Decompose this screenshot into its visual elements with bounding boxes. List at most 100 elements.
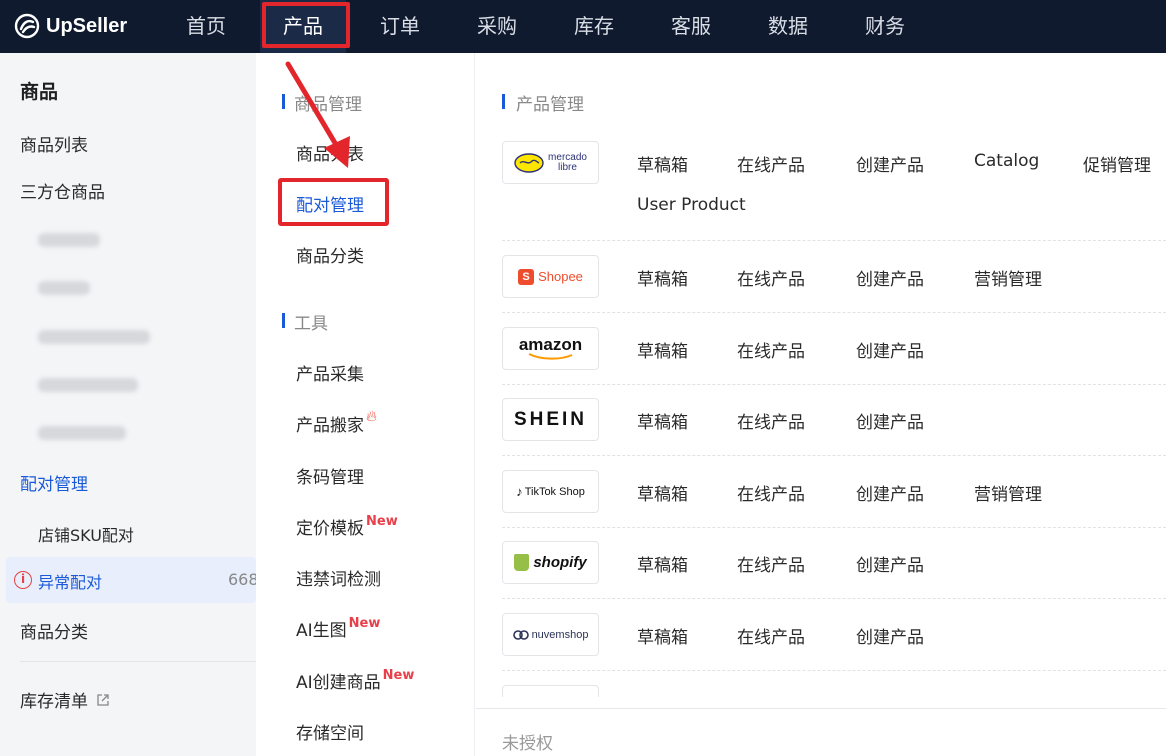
- section-title-product-management: 产品管理: [502, 90, 584, 115]
- shopify-create-link[interactable]: 创建产品: [856, 551, 924, 576]
- menu-item-barcode[interactable]: 条码管理: [296, 463, 364, 488]
- row-divider: [502, 598, 1166, 599]
- mercadolibre-logo: mercado libre: [502, 141, 599, 184]
- amazon-smile-icon: [528, 353, 572, 360]
- sidebar-item-label: 库存清单: [20, 692, 88, 712]
- shein-logo: SHEIN: [502, 398, 599, 441]
- sidebar-item-category[interactable]: 商品分类: [20, 618, 88, 643]
- amazon-create-link[interactable]: 创建产品: [856, 337, 924, 362]
- shopee-online-link[interactable]: 在线产品: [737, 265, 805, 290]
- amazon-draft-link[interactable]: 草稿箱: [637, 337, 688, 362]
- row-divider: [502, 240, 1166, 241]
- sidebar-blurred-item[interactable]: [38, 233, 100, 247]
- shein-online-link[interactable]: 在线产品: [737, 408, 805, 433]
- partial-platform-logo: [502, 685, 599, 697]
- top-nav: UpSeller 首页 产品 订单 采购 库存 客服 数据 财务: [0, 0, 1166, 53]
- section-title-product: 商品管理: [282, 90, 362, 115]
- menu-item-label: 定价模板: [296, 519, 364, 539]
- unauthorized-label: 未授权: [502, 734, 553, 754]
- shopee-draft-link[interactable]: 草稿箱: [637, 265, 688, 290]
- shopify-online-link[interactable]: 在线产品: [737, 551, 805, 576]
- nuvemshop-wordmark: nuvemshop: [531, 628, 589, 641]
- mercadolibre-wordmark: mercado libre: [548, 151, 587, 173]
- handshake-icon: [514, 152, 544, 173]
- ml-user-product-link[interactable]: User Product: [637, 195, 746, 215]
- shopify-draft-link[interactable]: 草稿箱: [637, 551, 688, 576]
- nav-orders[interactable]: 订单: [357, 0, 443, 53]
- tiktok-draft-link[interactable]: 草稿箱: [637, 480, 688, 505]
- tiktok-create-link[interactable]: 创建产品: [856, 480, 924, 505]
- dropdown-menu: 商品管理 商品列表 配对管理 商品分类 工具 产品采集 产品搬家 🔥︎ 条码管理 …: [256, 53, 475, 756]
- menu-item-move[interactable]: 产品搬家 🔥︎: [296, 407, 377, 436]
- shopify-bag-icon: [514, 554, 530, 571]
- logo-icon: [14, 13, 40, 39]
- pairing-highlight-box: [278, 178, 389, 226]
- section-title-tools: 工具: [282, 309, 328, 334]
- logo-text: UpSeller: [46, 14, 128, 37]
- sidebar-item-product-list[interactable]: 商品列表: [20, 131, 88, 156]
- menu-item-pricing[interactable]: 定价模板 New: [296, 514, 398, 539]
- menu-item-label: AI生图: [296, 621, 347, 641]
- amazon-wordmark: amazon: [518, 335, 583, 354]
- sidebar-blurred-item[interactable]: [38, 378, 138, 392]
- ml-draft-link[interactable]: 草稿箱: [637, 151, 688, 176]
- shopee-bag-icon: S: [518, 268, 535, 285]
- fire-icon: 🔥︎: [366, 407, 378, 425]
- shopee-create-link[interactable]: 创建产品: [856, 265, 924, 290]
- nav-finance[interactable]: 财务: [842, 0, 928, 53]
- menu-item-storage[interactable]: 存储空间: [296, 719, 364, 744]
- menu-item-category[interactable]: 商品分类: [296, 242, 364, 267]
- sidebar-item-third-party-warehouse[interactable]: 三方仓商品: [20, 178, 105, 203]
- sidebar-title: 商品: [20, 81, 59, 103]
- shopify-wordmark: shopify: [533, 554, 587, 571]
- sidebar-item-pairing[interactable]: 配对管理: [20, 470, 88, 495]
- menu-item-banned-words[interactable]: 违禁词检测: [296, 565, 381, 590]
- menu-item-ai-create[interactable]: AI创建商品 New: [296, 668, 414, 693]
- unauthorized-divider: [476, 708, 1166, 709]
- sidebar-blurred-item[interactable]: [38, 426, 126, 440]
- nav-data[interactable]: 数据: [745, 0, 831, 53]
- nav-customer-service[interactable]: 客服: [648, 0, 734, 53]
- sidebar-item-abnormal[interactable]: i 异常配对 668: [6, 557, 259, 603]
- row-divider: [502, 670, 1166, 671]
- new-badge: New: [348, 616, 381, 631]
- nuvemshop-create-link[interactable]: 创建产品: [856, 623, 924, 648]
- shein-draft-link[interactable]: 草稿箱: [637, 408, 688, 433]
- menu-item-label: AI创建商品: [296, 673, 381, 693]
- external-link-icon: [97, 693, 109, 706]
- row-divider: [502, 527, 1166, 528]
- sidebar-divider: [20, 661, 256, 662]
- ml-promotion-link[interactable]: 促销管理: [1083, 151, 1151, 176]
- sidebar-item-label: 异常配对: [38, 573, 103, 592]
- ml-online-link[interactable]: 在线产品: [737, 151, 805, 176]
- shopify-logo: shopify: [502, 541, 599, 584]
- sidebar-blurred-item[interactable]: [38, 281, 90, 295]
- nuvemshop-logo: nuvemshop: [502, 613, 599, 656]
- nav-products-highlight-box: [262, 2, 350, 48]
- sidebar-item-inventory[interactable]: 库存清单: [20, 687, 110, 712]
- sidebar-blurred-item[interactable]: [38, 330, 150, 344]
- nuvemshop-draft-link[interactable]: 草稿箱: [637, 623, 688, 648]
- menu-item-ai-image[interactable]: AI生图 New: [296, 616, 380, 641]
- shopee-marketing-link[interactable]: 营销管理: [974, 265, 1042, 290]
- sidebar-item-store-sku[interactable]: 店铺SKU配对: [38, 522, 134, 546]
- tiktok-online-link[interactable]: 在线产品: [737, 480, 805, 505]
- amazon-online-link[interactable]: 在线产品: [737, 337, 805, 362]
- nuvemshop-online-link[interactable]: 在线产品: [737, 623, 805, 648]
- shein-create-link[interactable]: 创建产品: [856, 408, 924, 433]
- menu-item-collect[interactable]: 产品采集: [296, 360, 364, 385]
- row-divider: [502, 455, 1166, 456]
- menu-item-product-list[interactable]: 商品列表: [296, 140, 364, 165]
- tiktok-marketing-link[interactable]: 营销管理: [974, 480, 1042, 505]
- shopee-wordmark: Shopee: [538, 269, 583, 284]
- amazon-logo: amazon: [502, 327, 599, 370]
- nav-home[interactable]: 首页: [163, 0, 249, 53]
- nav-inventory[interactable]: 库存: [551, 0, 637, 53]
- ml-create-link[interactable]: 创建产品: [856, 151, 924, 176]
- row-divider: [502, 384, 1166, 385]
- ml-catalog-link[interactable]: Catalog: [974, 151, 1039, 171]
- new-badge: New: [382, 668, 415, 683]
- upseller-logo[interactable]: UpSeller: [14, 11, 127, 41]
- nav-purchase[interactable]: 采购: [454, 0, 540, 53]
- sidebar: 商品 商品列表 三方仓商品 配对管理 店铺SKU配对 i 异常配对 668 商品…: [0, 53, 259, 756]
